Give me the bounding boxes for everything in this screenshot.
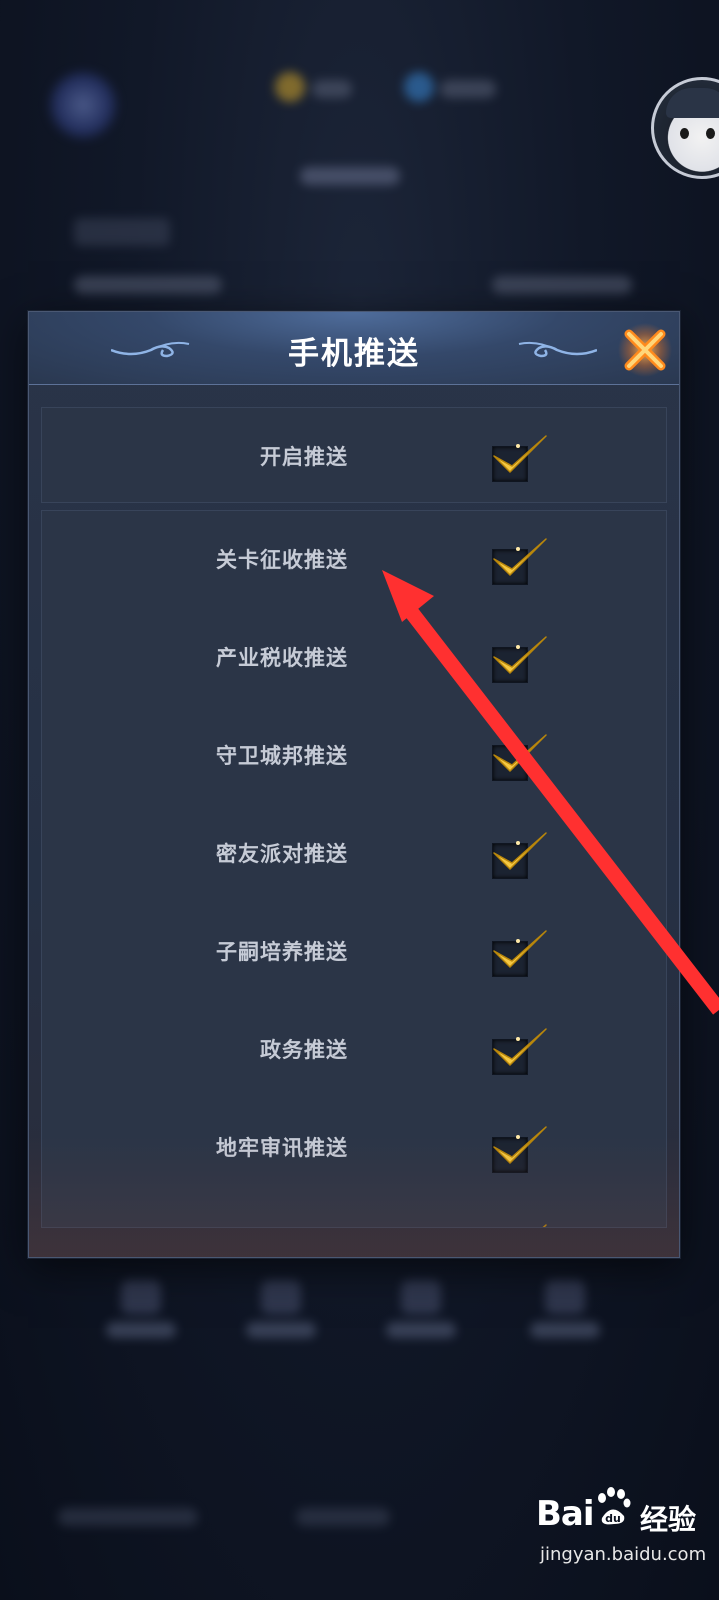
blurred-block xyxy=(74,218,170,246)
master-toggle-checkbox[interactable] xyxy=(488,426,552,486)
push-settings-dialog: 手机推送 开启推送 关卡征收推送 产业税收推送 守卫城邦推送 密友派对推送 子嗣… xyxy=(28,311,680,1258)
checkmark-icon xyxy=(542,1224,547,1227)
checkmark-icon xyxy=(493,1126,547,1164)
blurred-tab xyxy=(520,1280,610,1338)
option-label: 产业税收推送 xyxy=(216,645,348,670)
blurred-text xyxy=(300,167,400,185)
option-checkbox[interactable] xyxy=(488,627,552,687)
option-label: 密友派对推送 xyxy=(216,841,348,866)
master-toggle-row[interactable]: 开启推送 xyxy=(42,408,666,506)
blurred-text xyxy=(312,80,352,98)
option-checkbox[interactable] xyxy=(488,921,552,981)
list-item[interactable]: 密友派对推送 xyxy=(42,805,666,903)
gem-icon xyxy=(404,72,434,102)
push-options-list: 关卡征收推送 产业税收推送 守卫城邦推送 密友派对推送 子嗣培养推送 政务推送 … xyxy=(41,510,667,1228)
checkmark-icon xyxy=(493,1028,547,1066)
option-checkbox[interactable] xyxy=(488,1019,552,1079)
checkmark-icon xyxy=(493,734,547,772)
ornament-right-icon xyxy=(518,341,597,358)
paw-logo-icon: du xyxy=(598,1487,631,1525)
option-checkbox[interactable] xyxy=(488,1117,552,1177)
blurred-text xyxy=(440,80,496,98)
close-button[interactable] xyxy=(617,322,673,378)
game-screen: 手机推送 开启推送 关卡征收推送 产业税收推送 守卫城邦推送 密友派对推送 子嗣… xyxy=(0,0,719,1600)
option-label: 子嗣培养推送 xyxy=(216,939,348,964)
master-toggle-panel: 开启推送 xyxy=(41,407,667,503)
option-label: 政务推送 xyxy=(260,1037,348,1062)
baidu-jingyan-watermark: Bai du 经验 jingyan.baidu.com xyxy=(536,1487,707,1584)
blurred-text xyxy=(296,1508,390,1526)
list-item[interactable] xyxy=(42,1197,666,1227)
list-item[interactable]: 关卡征收推送 xyxy=(42,511,666,609)
watermark-product: 经验 xyxy=(640,1503,697,1536)
blurred-tab xyxy=(376,1280,466,1338)
blurred-tab xyxy=(96,1280,186,1338)
list-item[interactable]: 政务推送 xyxy=(42,1001,666,1099)
list-item[interactable]: 守卫城邦推送 xyxy=(42,707,666,805)
svg-text:du: du xyxy=(605,1512,621,1525)
watermark-url: jingyan.baidu.com xyxy=(540,1544,707,1565)
list-item[interactable]: 产业税收推送 xyxy=(42,609,666,707)
background-orb-icon xyxy=(48,70,118,140)
option-label: 地牢审讯推送 xyxy=(216,1135,348,1160)
blurred-tab xyxy=(236,1280,326,1338)
option-checkbox[interactable] xyxy=(488,1215,552,1227)
list-item[interactable]: 地牢审讯推送 xyxy=(42,1099,666,1197)
gold-coin-icon xyxy=(275,72,305,102)
option-checkbox[interactable] xyxy=(488,725,552,785)
blurred-text xyxy=(74,276,222,294)
list-item[interactable]: 子嗣培养推送 xyxy=(42,903,666,1001)
option-label: 守卫城邦推送 xyxy=(216,743,348,768)
dialog-header: 手机推送 xyxy=(29,312,679,385)
checkmark-icon xyxy=(493,538,547,576)
checkmark-icon xyxy=(493,930,547,968)
blurred-text xyxy=(58,1508,198,1526)
option-checkbox[interactable] xyxy=(488,529,552,589)
close-x-icon xyxy=(618,323,672,377)
blurred-text xyxy=(492,276,632,294)
master-toggle-label: 开启推送 xyxy=(260,444,348,469)
checkmark-icon xyxy=(493,832,547,870)
watermark-brand: Bai xyxy=(536,1494,595,1534)
option-label: 关卡征收推送 xyxy=(216,547,348,572)
option-checkbox[interactable] xyxy=(488,823,552,883)
checkmark-icon xyxy=(493,435,547,473)
checkmark-icon xyxy=(493,636,547,674)
